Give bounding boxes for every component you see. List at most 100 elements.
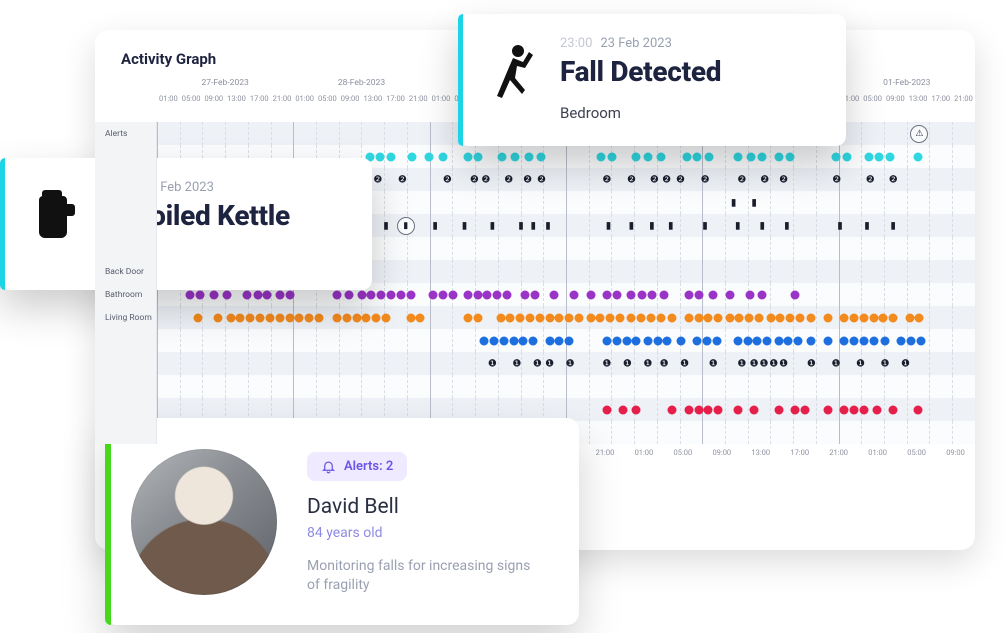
row-label: Living Room xyxy=(95,306,157,329)
activity-dot xyxy=(408,152,417,161)
row-label xyxy=(95,352,157,375)
activity-dot xyxy=(305,313,314,322)
activity-dot xyxy=(622,336,631,345)
activity-dot xyxy=(376,152,385,161)
activity-dot xyxy=(357,290,366,299)
activity-dot xyxy=(493,290,502,299)
activity-dot xyxy=(725,313,734,322)
activity-glyph: ❶ xyxy=(709,358,718,369)
activity-dot xyxy=(745,313,754,322)
activity-glyph: ❷ xyxy=(398,174,407,185)
activity-glyph: ▮ xyxy=(606,220,612,231)
activity-glyph: ▮ xyxy=(731,197,737,208)
activity-glyph: ❶ xyxy=(901,358,910,369)
activity-glyph: ▮ xyxy=(383,220,389,231)
activity-dot xyxy=(372,313,381,322)
activity-dot xyxy=(586,290,595,299)
alert-card-kettle[interactable]: 17:0428 Feb 2023 Reboiled Kettle Kitchen xyxy=(0,158,372,290)
timeline-hour: 05:00 xyxy=(897,448,936,457)
activity-dot xyxy=(840,313,849,322)
activity-glyph: ❷ xyxy=(701,174,710,185)
activity-dot xyxy=(712,336,721,345)
patient-note: Monitoring falls for increasing signs of… xyxy=(307,557,537,595)
activity-glyph: ❶ xyxy=(737,358,746,369)
activity-glyph: ❶ xyxy=(769,358,778,369)
activity-dot xyxy=(602,290,611,299)
activity-glyph: ❷ xyxy=(866,174,875,185)
row-label xyxy=(95,191,157,214)
activity-dot xyxy=(714,405,723,414)
activity-glyph: ❶ xyxy=(488,358,497,369)
activity-dot xyxy=(643,152,652,161)
activity-dot xyxy=(704,313,713,322)
activity-dot xyxy=(529,336,538,345)
activity-dot xyxy=(386,290,395,299)
activity-dot xyxy=(463,313,472,322)
activity-glyph: ▮ xyxy=(735,220,741,231)
patient-name: David Bell xyxy=(307,495,537,519)
timeline-hour: 21:00 xyxy=(585,448,624,457)
activity-dot xyxy=(859,336,868,345)
activity-dot xyxy=(345,290,354,299)
activity-dot xyxy=(849,405,858,414)
activity-dot xyxy=(530,290,539,299)
activity-dot xyxy=(823,405,832,414)
activity-glyph: ❷ xyxy=(627,174,636,185)
activity-dot xyxy=(743,336,752,345)
activity-dot xyxy=(705,152,714,161)
timeline-hour: 13:00 xyxy=(361,94,384,103)
activity-dot xyxy=(774,336,783,345)
activity-dot xyxy=(791,290,800,299)
activity-dot xyxy=(223,290,232,299)
activity-dot xyxy=(875,152,884,161)
activity-dot xyxy=(275,290,284,299)
activity-dot xyxy=(889,313,898,322)
activity-dot xyxy=(631,152,640,161)
timeline-hour: 21:00 xyxy=(271,94,294,103)
activity-glyph: ▮ xyxy=(702,220,708,231)
timeline-hour: 01:00 xyxy=(293,94,316,103)
activity-dot xyxy=(683,152,692,161)
activity-dot xyxy=(565,313,574,322)
activity-dot xyxy=(885,152,894,161)
row-label xyxy=(95,145,157,168)
activity-dot xyxy=(791,405,800,414)
activity-dot xyxy=(913,152,922,161)
activity-dot xyxy=(285,290,294,299)
timeline-hour: 17:00 xyxy=(248,94,271,103)
alerts-badge[interactable]: Alerts: 2 xyxy=(307,452,407,481)
activity-dot xyxy=(763,336,772,345)
activity-glyph: ❷ xyxy=(676,174,685,185)
activity-glyph: ▮ xyxy=(751,197,757,208)
row-label xyxy=(95,168,157,191)
activity-dot xyxy=(602,336,611,345)
patient-card[interactable]: Alerts: 2 David Bell 84 years old Monito… xyxy=(105,418,579,625)
row-label xyxy=(95,329,157,352)
activity-dot xyxy=(570,290,579,299)
alert-card-fall[interactable]: 23:0023 Feb 2023 Fall Detected Bedroom xyxy=(458,14,846,146)
activity-glyph: ❶ xyxy=(831,358,840,369)
activity-dot xyxy=(774,405,783,414)
activity-dot xyxy=(275,313,284,322)
activity-glyph: ❶ xyxy=(643,358,652,369)
avatar xyxy=(131,449,277,595)
activity-dot xyxy=(869,313,878,322)
activity-dot xyxy=(849,336,858,345)
activity-dot xyxy=(545,336,554,345)
activity-glyph: ▮ xyxy=(837,220,843,231)
activity-dot xyxy=(263,290,272,299)
activity-dot xyxy=(684,290,693,299)
activity-dot xyxy=(246,313,255,322)
activity-dot xyxy=(549,290,558,299)
activity-glyph: ▮ xyxy=(649,220,655,231)
activity-dot xyxy=(463,290,472,299)
activity-dot xyxy=(735,313,744,322)
activity-dot xyxy=(555,336,564,345)
activity-dot xyxy=(694,290,703,299)
activity-dot xyxy=(653,336,662,345)
row-label: Back Door xyxy=(95,260,157,283)
activity-dot xyxy=(214,313,223,322)
alert-room: Bedroom xyxy=(560,104,721,122)
activity-glyph: ❶ xyxy=(807,358,816,369)
activity-glyph: ❷ xyxy=(481,174,490,185)
